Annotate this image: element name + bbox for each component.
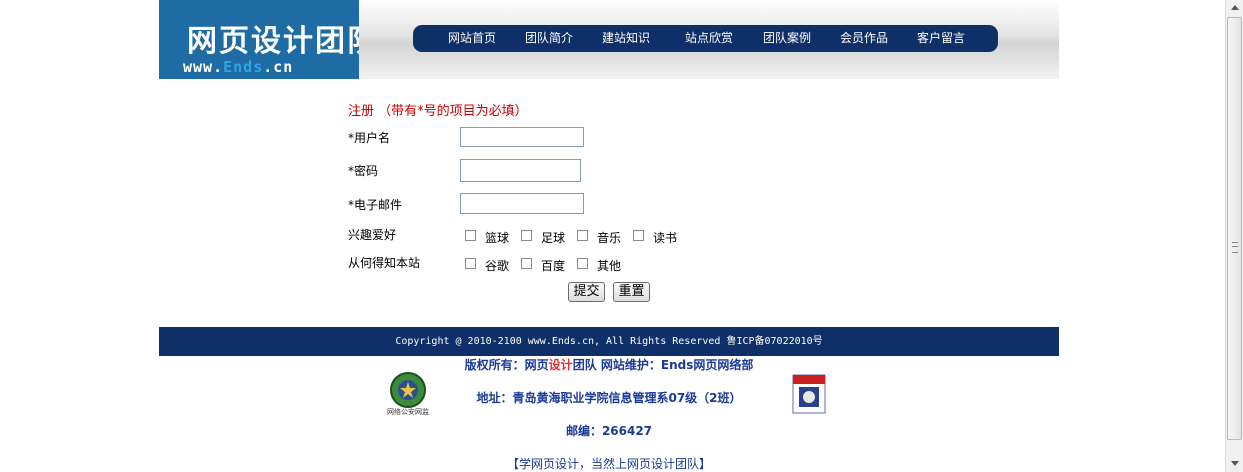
footer-owner: 版权所有：网页设计团队 网站维护：Ends网页网络部 [159, 356, 1059, 373]
vertical-scrollbar[interactable] [1225, 0, 1243, 472]
hobby-football-label: 足球 [541, 231, 566, 245]
hobby-reading-label: 读书 [653, 231, 678, 245]
nav-item-works[interactable]: 会员作品 [840, 25, 888, 52]
hobby-music-checkbox[interactable] [577, 230, 588, 241]
main-nav: 网站首页 团队简介 建站知识 站点欣赏 团队案例 会员作品 客户留言 [413, 25, 998, 52]
site-logo[interactable]: 网页设计团队 www.Ends.cn [159, 0, 359, 79]
footer-address: 地址：青岛黄海职业学院信息管理系07级（2班） [476, 391, 742, 405]
logo-url-suffix: .cn [263, 58, 294, 76]
copyright-bar: Copyright @ 2010-2100 www.Ends.cn, All R… [159, 327, 1059, 356]
hobby-basketball-label: 篮球 [485, 231, 510, 245]
form-title: 注册 （带有*号的项目为必填） [348, 104, 528, 119]
nav-item-knowledge[interactable]: 建站知识 [602, 25, 650, 52]
password-field[interactable] [460, 159, 581, 182]
source-other-checkbox[interactable] [577, 258, 588, 269]
footer-owner-suffix: 团队 网站维护：Ends网页网络部 [572, 358, 754, 372]
logo-url-prefix: www. [183, 58, 224, 76]
scroll-up-icon[interactable] [1231, 5, 1239, 10]
police-badge-text: 网络公安网监 [387, 408, 429, 416]
police-badge-icon[interactable]: 网络公安网监 [384, 370, 432, 418]
security-badge-icon[interactable] [790, 373, 828, 415]
nav-item-showcase[interactable]: 站点欣赏 [685, 25, 733, 52]
source-baidu-label: 百度 [541, 259, 566, 273]
hobby-music-label: 音乐 [597, 231, 622, 245]
nav-item-about[interactable]: 团队简介 [525, 25, 573, 52]
footer-slogan: 【学网页设计，当然上网页设计团队】 [506, 457, 711, 471]
footer-postcode: 邮编：266427 [565, 424, 653, 438]
source-baidu-checkbox[interactable] [521, 258, 532, 269]
scroll-down-icon[interactable] [1231, 461, 1239, 466]
logo-url: www.Ends.cn [183, 58, 353, 76]
logo-url-highlight: Ends [223, 58, 264, 76]
nav-item-cases[interactable]: 团队案例 [763, 25, 811, 52]
username-label: *用户名 [348, 131, 391, 145]
nav-item-home[interactable]: 网站首页 [448, 25, 496, 52]
source-other-label: 其他 [597, 259, 622, 273]
email-field[interactable] [460, 193, 584, 214]
reset-button[interactable]: 重置 [613, 282, 650, 302]
footer-owner-prefix: 版权所有：网页 [464, 358, 549, 372]
source-google-label: 谷歌 [485, 259, 510, 273]
username-field[interactable] [460, 127, 584, 147]
submit-button[interactable]: 提交 [568, 282, 605, 302]
footer-owner-accent: 设计 [548, 358, 573, 372]
nav-item-guestbook[interactable]: 客户留言 [917, 25, 965, 52]
site-header: 网页设计团队 www.Ends.cn 网站首页 团队简介 建站知识 站点欣赏 团… [159, 0, 1059, 79]
hobby-football-checkbox[interactable] [521, 230, 532, 241]
scroll-grip-icon [1232, 242, 1238, 253]
source-google-checkbox[interactable] [465, 258, 476, 269]
hobby-basketball-checkbox[interactable] [465, 230, 476, 241]
source-label: 从何得知本站 [348, 256, 421, 270]
scroll-thumb[interactable] [1227, 17, 1242, 440]
hobbies-label: 兴趣爱好 [348, 228, 397, 242]
logo-title: 网页设计团队 [187, 24, 359, 59]
password-label: *密码 [348, 164, 379, 178]
email-label: *电子邮件 [348, 198, 403, 212]
hobby-reading-checkbox[interactable] [633, 230, 644, 241]
